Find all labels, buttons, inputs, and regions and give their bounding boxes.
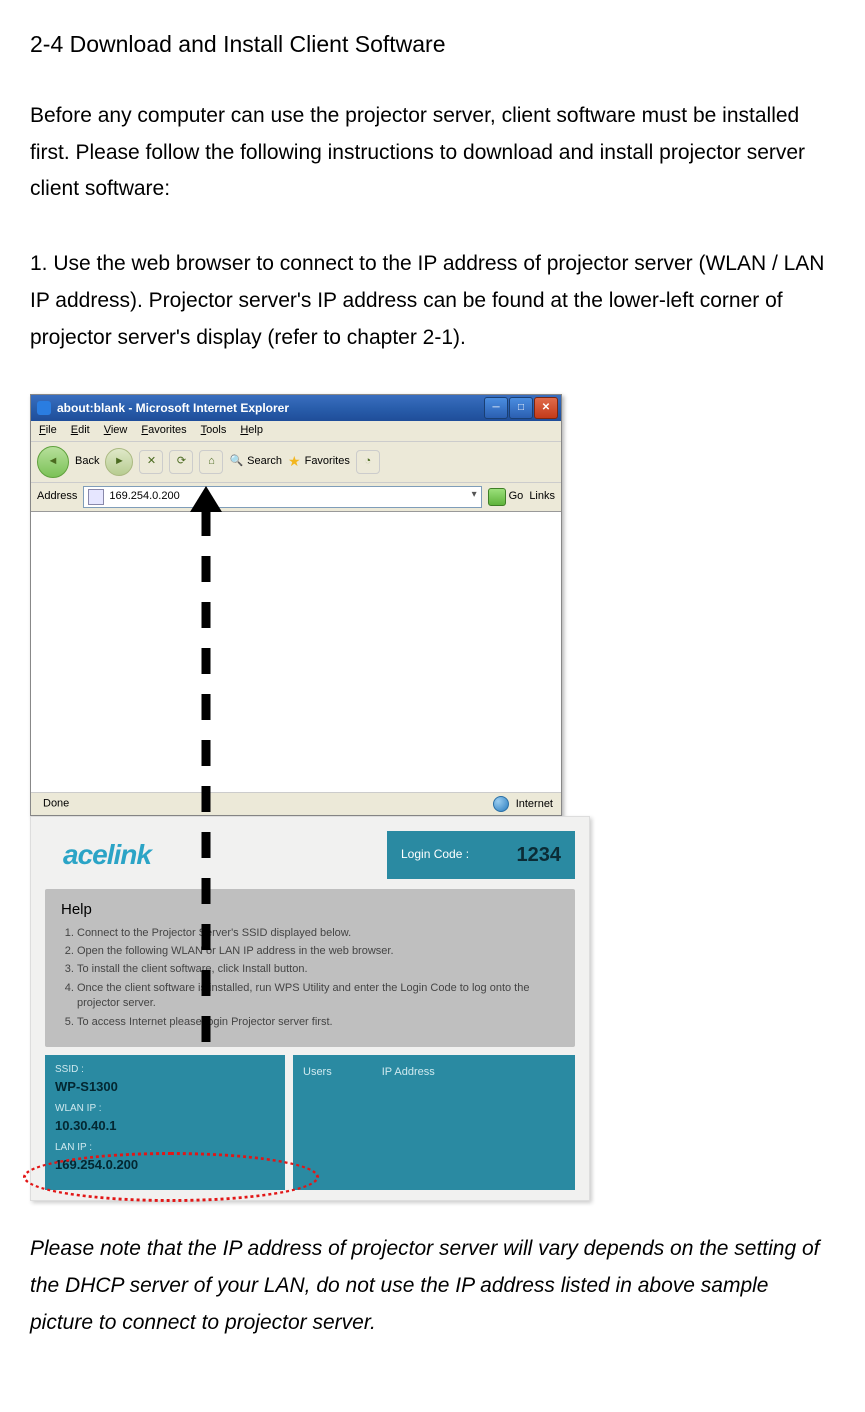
menu-edit[interactable]: Edit [71,424,90,437]
go-label: Go [509,490,524,503]
acelink-logo: acelink [45,831,151,874]
help-item-3: To install the client software, click In… [77,962,559,977]
ie-toolbar: ◄ Back ► ✕ ⟳ ⌂ 🔍 Search ★ Favorites ◔ [31,442,561,483]
favorites-button[interactable]: ★ Favorites [288,453,350,470]
ie-titlebar: about:blank - Microsoft Internet Explore… [31,395,561,421]
menu-tools[interactable]: Tools [201,424,227,437]
status-right-text: Internet [516,797,553,809]
status-right: Internet [493,796,553,812]
ie-title-text: about:blank - Microsoft Internet Explore… [57,401,289,415]
wlan-ip-label: WLAN IP : [55,1102,275,1116]
address-dropdown-icon[interactable]: ▾ [472,489,477,501]
lan-ip-value: 169.254.0.200 [55,1156,275,1174]
help-box: Help Connect to the Projector Server's S… [45,889,575,1047]
refresh-button[interactable]: ⟳ [169,450,193,474]
ie-app-icon [37,401,51,415]
section-heading: 2-4 Download and Install Client Software [30,30,835,60]
page-icon [88,489,104,505]
minimize-button[interactable]: ─ [484,397,508,419]
help-item-4: Once the client software is installed, r… [77,981,559,1012]
star-icon: ★ [288,453,301,470]
home-button[interactable]: ⌂ [199,450,223,474]
network-info-box: SSID : WP-S1300 WLAN IP : 10.30.40.1 LAN… [45,1055,285,1191]
address-label: Address [37,490,77,503]
help-item-5: To access Internet please login Projecto… [77,1015,559,1030]
menu-view[interactable]: View [104,424,128,437]
help-title: Help [61,899,559,920]
menu-help[interactable]: Help [240,424,263,437]
close-button[interactable]: ✕ [534,397,558,419]
ie-window: about:blank - Microsoft Internet Explore… [30,394,562,815]
go-icon [488,488,506,506]
intro-paragraph: Before any computer can use the projecto… [30,98,835,208]
status-left-text: Done [43,797,69,809]
address-input[interactable]: 169.254.0.200 ▾ [83,486,481,508]
ie-address-bar: Address 169.254.0.200 ▾ Go Links [31,483,561,512]
menu-favorites[interactable]: Favorites [141,424,186,437]
wlan-ip-value: 10.30.40.1 [55,1117,275,1135]
forward-button[interactable]: ► [105,448,133,476]
ssid-label: SSID : [55,1063,275,1077]
go-button[interactable]: Go [488,488,524,506]
globe-icon [493,796,509,812]
back-label: Back [75,455,99,468]
ie-menubar: File Edit View Favorites Tools Help [31,421,561,441]
links-label[interactable]: Links [529,490,555,503]
history-button[interactable]: ◔ [356,450,380,474]
ie-content-area [31,512,561,792]
maximize-button[interactable]: □ [509,397,533,419]
login-code-value: 1234 [517,841,562,869]
users-column-header: Users [303,1065,332,1181]
favorites-label: Favorites [305,455,350,468]
help-list: Connect to the Projector Server's SSID d… [61,926,559,1030]
screenshot-group: about:blank - Microsoft Internet Explore… [30,394,630,1201]
stop-button[interactable]: ✕ [139,450,163,474]
login-code-label: Login Code : [401,846,469,863]
help-item-1: Connect to the Projector Server's SSID d… [77,926,559,941]
ip-column-header: IP Address [382,1065,435,1181]
window-controls: ─ □ ✕ [483,397,558,419]
search-button[interactable]: 🔍 Search [229,455,282,468]
login-code-box: Login Code : 1234 [387,831,575,879]
help-item-2: Open the following WLAN or LAN IP addres… [77,944,559,959]
note-paragraph: Please note that the IP address of proje… [30,1231,835,1341]
search-label: Search [247,455,282,468]
ssid-value: WP-S1300 [55,1078,275,1096]
menu-file[interactable]: File [39,424,57,437]
ie-status-bar: Done Internet [31,792,561,815]
projector-server-panel: acelink Login Code : 1234 Help Connect t… [30,816,590,1202]
lan-ip-label: LAN IP : [55,1141,275,1155]
back-button[interactable]: ◄ [37,446,69,478]
address-value: 169.254.0.200 [109,490,179,503]
step-1-paragraph: 1. Use the web browser to connect to the… [30,246,835,356]
status-left: Done [39,797,69,811]
users-box: Users IP Address [293,1055,575,1191]
